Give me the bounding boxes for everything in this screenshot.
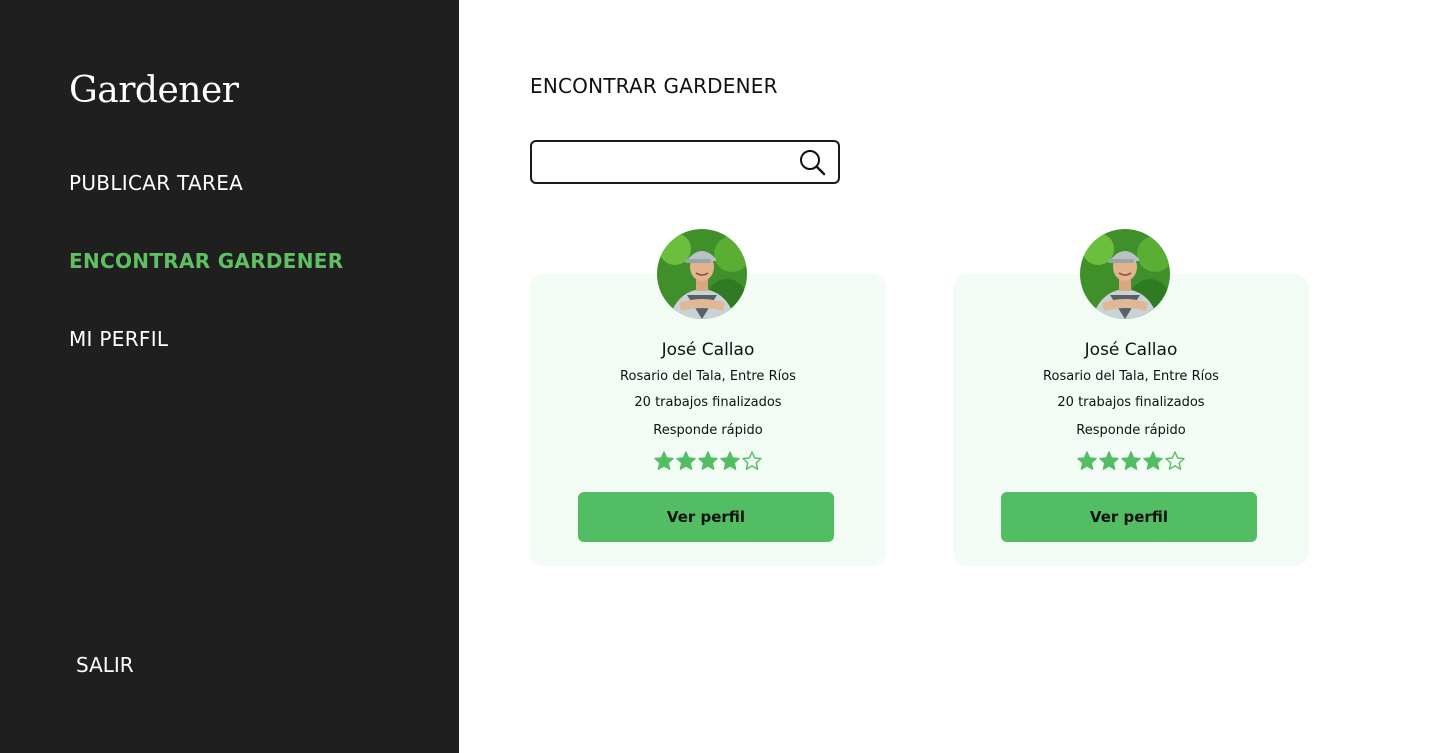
- gardener-avatar[interactable]: [1080, 229, 1170, 319]
- search-input[interactable]: [542, 150, 792, 174]
- nav-mi-perfil[interactable]: MI PERFIL: [69, 327, 168, 351]
- ver-perfil-button[interactable]: Ver perfil: [578, 492, 834, 542]
- gardener-location: Rosario del Tala, Entre Ríos: [620, 369, 796, 384]
- app-logo: Gardener: [69, 70, 239, 111]
- gardener-jobs: 20 trabajos finalizados: [634, 395, 782, 410]
- star-filled-icon: [720, 451, 740, 470]
- star-filled-icon: [1121, 451, 1141, 470]
- search-box: [530, 140, 840, 184]
- star-filled-icon: [1143, 451, 1163, 470]
- search-icon[interactable]: [798, 148, 826, 176]
- sidebar: Gardener PUBLICAR TAREA ENCONTRAR GARDEN…: [0, 0, 459, 753]
- gardener-name: José Callao: [1084, 340, 1178, 360]
- star-empty-icon: [1165, 451, 1185, 470]
- nav-publicar-tarea[interactable]: PUBLICAR TAREA: [69, 171, 243, 195]
- gardener-response: Responde rápido: [653, 423, 763, 438]
- gardener-location: Rosario del Tala, Entre Ríos: [1043, 369, 1219, 384]
- star-filled-icon: [698, 451, 718, 470]
- star-filled-icon: [1077, 451, 1097, 470]
- star-filled-icon: [1099, 451, 1119, 470]
- gardener-response: Responde rápido: [1076, 423, 1186, 438]
- star-empty-icon: [742, 451, 762, 470]
- star-filled-icon: [654, 451, 674, 470]
- rating-stars: [530, 450, 886, 472]
- star-filled-icon: [676, 451, 696, 470]
- gardener-jobs: 20 trabajos finalizados: [1057, 395, 1205, 410]
- rating-stars: [953, 450, 1309, 472]
- page-title: ENCONTRAR GARDENER: [530, 74, 778, 98]
- logout-link[interactable]: SALIR: [76, 653, 134, 677]
- gardener-name: José Callao: [661, 340, 755, 360]
- nav-encontrar-gardener[interactable]: ENCONTRAR GARDENER: [69, 249, 343, 273]
- ver-perfil-button[interactable]: Ver perfil: [1001, 492, 1257, 542]
- gardener-avatar[interactable]: [657, 229, 747, 319]
